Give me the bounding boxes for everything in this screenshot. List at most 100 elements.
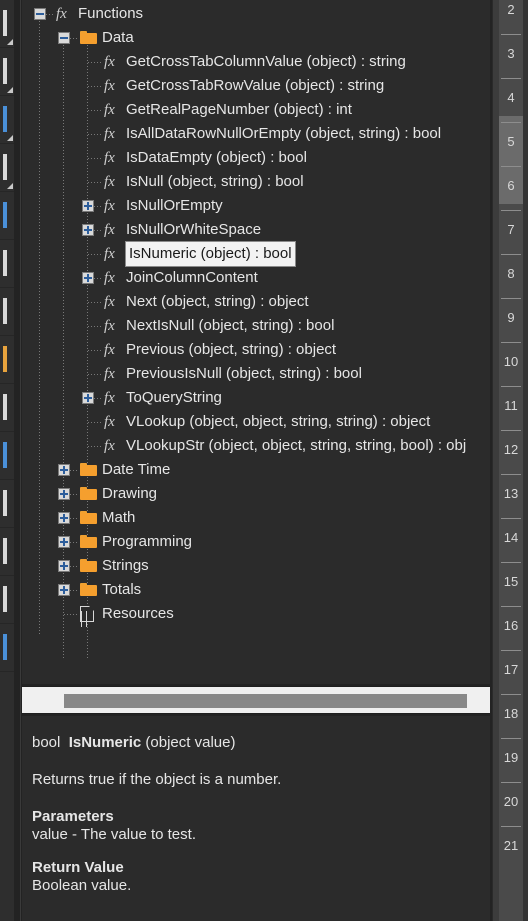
expand-node-icon[interactable]: [82, 272, 94, 284]
sliver-list-item[interactable]: [0, 624, 14, 672]
expand-node-icon[interactable]: [82, 224, 94, 236]
sliver-item-marker: [3, 442, 7, 468]
tree-node-label[interactable]: Math: [102, 506, 135, 530]
tree-node-label[interactable]: IsNullOrWhiteSpace: [126, 218, 261, 242]
tree-node-label[interactable]: JoinColumnContent: [126, 266, 258, 290]
sliver-list-item[interactable]: [0, 432, 14, 480]
tree-node[interactable]: fx IsNullOrWhiteSpace: [22, 218, 490, 242]
tree-node-label[interactable]: PreviousIsNull (object, string) : bool: [126, 362, 362, 386]
tree-node[interactable]: fx GetRealPageNumber (object) : int: [22, 98, 490, 122]
tree-node[interactable]: fx JoinColumnContent: [22, 266, 490, 290]
sliver-list-item[interactable]: [0, 288, 14, 336]
sliver-item-marker: [3, 634, 7, 660]
tree-node-label[interactable]: GetRealPageNumber (object) : int: [126, 98, 352, 122]
tree-node[interactable]: fx Next (object, string) : object: [22, 290, 490, 314]
horizontal-scrollbar[interactable]: [22, 686, 490, 714]
sliver-list-item[interactable]: [0, 0, 14, 48]
fx-icon: fx: [56, 6, 67, 22]
expand-node-icon[interactable]: [58, 536, 70, 548]
adjacent-panel-sliver[interactable]: [0, 0, 14, 921]
tree-node-label[interactable]: Next (object, string) : object: [126, 290, 309, 314]
tree-node-label[interactable]: IsNullOrEmpty: [126, 194, 223, 218]
tree-node-label[interactable]: Drawing: [102, 482, 157, 506]
tree-node[interactable]: fx Previous (object, string) : object: [22, 338, 490, 362]
expand-node-icon[interactable]: [58, 512, 70, 524]
expand-node-icon[interactable]: [82, 200, 94, 212]
tree-node-label[interactable]: IsDataEmpty (object) : bool: [126, 146, 307, 170]
tree-node[interactable]: fx IsNumeric (object) : bool: [22, 241, 490, 267]
expand-node-icon[interactable]: [58, 464, 70, 476]
tree-node[interactable]: fx ToQueryString: [22, 386, 490, 410]
tree-node-label[interactable]: Programming: [102, 530, 192, 554]
tree-node[interactable]: fx VLookupStr (object, object, string, st…: [22, 434, 490, 458]
horizontal-scrollbar-thumb[interactable]: [64, 694, 467, 708]
tree-node[interactable]: fx IsDataEmpty (object) : bool: [22, 146, 490, 170]
sliver-list-item[interactable]: [0, 528, 14, 576]
tree-node[interactable]: Resources: [22, 602, 490, 627]
collapse-node-icon[interactable]: [58, 32, 70, 44]
ruler-tick: [501, 694, 521, 695]
tree-node[interactable]: Programming: [22, 530, 490, 554]
ruler-tick: [501, 254, 521, 255]
sliver-list-item[interactable]: [0, 144, 14, 192]
tree-node[interactable]: Date Time: [22, 458, 490, 482]
tree-node[interactable]: fx IsNull (object, string) : bool: [22, 170, 490, 194]
expand-node-icon[interactable]: [58, 584, 70, 596]
tree-connector: [88, 86, 102, 87]
resize-corner-icon: [7, 87, 13, 93]
sliver-list-item[interactable]: [0, 336, 14, 384]
tree-node[interactable]: fx PreviousIsNull (object, string) : bool: [22, 362, 490, 386]
tree-node[interactable]: Math: [22, 506, 490, 530]
tree-node-label-selected[interactable]: IsNumeric (object) : bool: [125, 241, 296, 267]
expand-node-icon[interactable]: [58, 488, 70, 500]
sliver-list-item[interactable]: [0, 240, 14, 288]
tree-node-label[interactable]: NextIsNull (object, string) : bool: [126, 314, 334, 338]
tree-connector: [88, 302, 102, 303]
tree-node[interactable]: fx GetCrossTabColumnValue (object) : stri…: [22, 50, 490, 74]
return-value-heading: Return Value: [32, 858, 124, 876]
parameters-heading: Parameters: [32, 807, 114, 825]
sliver-list-item[interactable]: [0, 48, 14, 96]
expand-node-icon[interactable]: [58, 560, 70, 572]
tree-node-label[interactable]: IsNull (object, string) : bool: [126, 170, 304, 194]
tree-node-label[interactable]: Data: [102, 26, 134, 50]
resize-corner-icon: [7, 183, 13, 189]
tree-node-label[interactable]: Functions: [78, 2, 143, 26]
tree-node-label[interactable]: GetCrossTabRowValue (object) : string: [126, 74, 384, 98]
tree-node-label[interactable]: ToQueryString: [126, 386, 222, 410]
tree-node[interactable]: fx VLookup (object, object, string, strin…: [22, 410, 490, 434]
tree-node[interactable]: fx NextIsNull (object, string) : bool: [22, 314, 490, 338]
sliver-list-item[interactable]: [0, 384, 14, 432]
tree-node-label[interactable]: VLookup (object, object, string, string)…: [126, 410, 430, 434]
tree-node-label[interactable]: Strings: [102, 554, 149, 578]
tree-node[interactable]: fx IsNullOrEmpty: [22, 194, 490, 218]
tree-node-label[interactable]: IsAllDataRowNullOrEmpty (object, string)…: [126, 122, 441, 146]
tree-node[interactable]: fx GetCrossTabRowValue (object) : string: [22, 74, 490, 98]
expand-node-icon[interactable]: [82, 392, 94, 404]
tree-node[interactable]: Drawing: [22, 482, 490, 506]
sliver-item-marker: [3, 298, 7, 324]
collapse-node-icon[interactable]: [34, 8, 46, 20]
tree-node[interactable]: Data: [22, 26, 490, 50]
sliver-list-item[interactable]: [0, 96, 14, 144]
sliver-list-item[interactable]: [0, 480, 14, 528]
fx-icon: fx: [104, 150, 115, 166]
tree-node-label[interactable]: Totals: [102, 578, 141, 602]
tree-node-label[interactable]: GetCrossTabColumnValue (object) : string: [126, 50, 406, 74]
sliver-list-item[interactable]: [0, 576, 14, 624]
tree-node[interactable]: Strings: [22, 554, 490, 578]
tree-node[interactable]: fx IsAllDataRowNullOrEmpty (object, strin…: [22, 122, 490, 146]
tree-node-label[interactable]: Previous (object, string) : object: [126, 338, 336, 362]
tree-node-label[interactable]: VLookupStr (object, object, string, stri…: [126, 434, 466, 458]
ruler-tick: [501, 78, 521, 79]
tree-node[interactable]: Totals: [22, 578, 490, 602]
tree-node-label[interactable]: Date Time: [102, 458, 170, 482]
ruler-tick: [501, 650, 521, 651]
vertical-scrollbar-ruler[interactable]: 2 3 4 5 6 7 8 9 10 11 12 13 14 15 16 17 18 19 20 21: [492, 0, 528, 921]
panel-divider: [20, 0, 21, 921]
functions-tree-panel[interactable]: fx Functions Data fx GetCrossTabColumnValue …: [22, 0, 490, 684]
ruler-tick: [501, 606, 521, 607]
sliver-list-item[interactable]: [0, 192, 14, 240]
tree-node-label[interactable]: Resources: [102, 602, 174, 626]
tree-node[interactable]: fx Functions: [22, 2, 490, 26]
